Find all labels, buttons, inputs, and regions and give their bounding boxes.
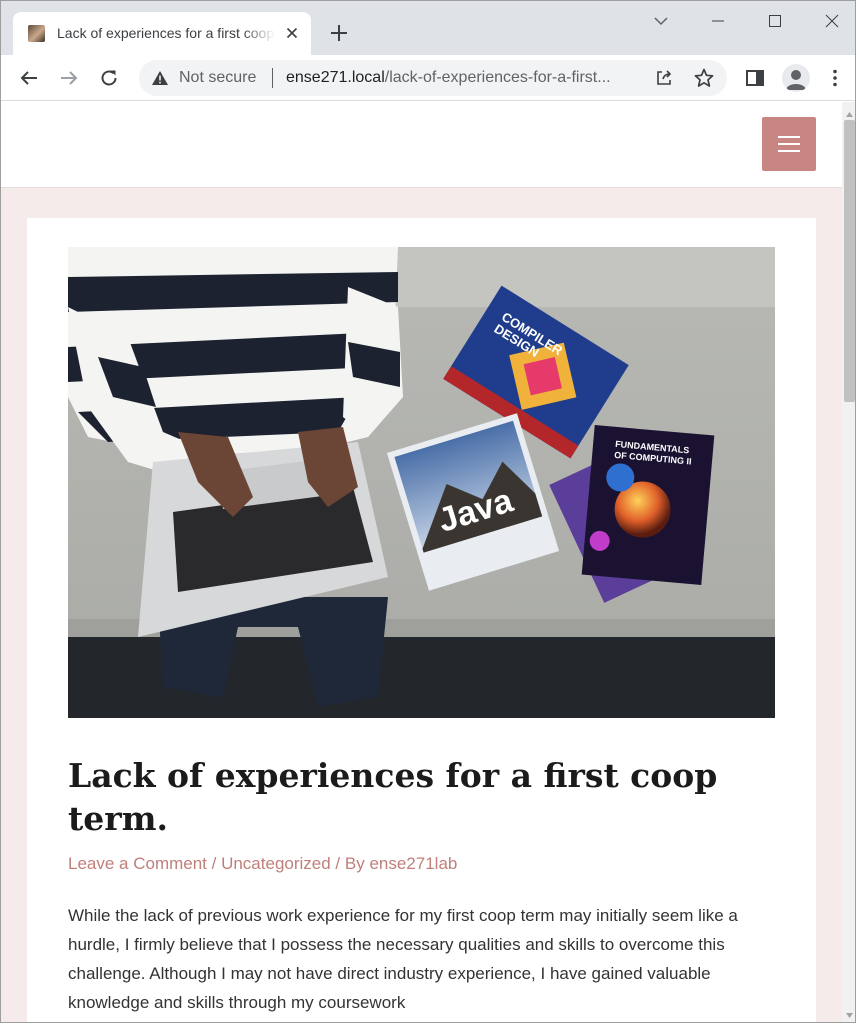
url-path: /lack-of-experiences-for-a-first... <box>384 69 611 86</box>
close-icon[interactable] <box>820 9 844 33</box>
featured-image: COMPILER DESIGN Java FUNDAMENTALS OF COM… <box>68 247 775 718</box>
site-favicon <box>28 25 45 42</box>
browser-window: Lack of experiences for a first coop ter… <box>0 0 856 1023</box>
tab-close-icon[interactable] <box>283 24 301 42</box>
meta-by-label: / By <box>330 854 370 873</box>
omnibox-divider <box>272 68 273 88</box>
reload-icon[interactable] <box>97 66 121 90</box>
plus-icon[interactable] <box>327 21 351 45</box>
bookmark-star-icon[interactable] <box>693 67 715 89</box>
hamburger-menu-icon[interactable] <box>762 117 816 171</box>
profile-avatar-icon[interactable] <box>782 64 810 92</box>
meta-separator: / <box>206 854 222 873</box>
tab-strip: Lack of experiences for a first coop ter… <box>1 1 855 55</box>
side-panel-icon[interactable] <box>743 66 767 90</box>
url-text[interactable]: ense271.local/lack-of-experiences-for-a-… <box>286 69 646 87</box>
browser-toolbar: Not secure ense271.local/lack-of-experie… <box>1 55 855 101</box>
post-article: COMPILER DESIGN Java FUNDAMENTALS OF COM… <box>27 218 816 1022</box>
warning-triangle-icon[interactable] <box>151 70 169 86</box>
scrollbar-thumb[interactable] <box>844 120 855 402</box>
more-menu-icon[interactable] <box>823 66 847 90</box>
maximize-icon[interactable] <box>763 9 787 33</box>
post-title: Lack of experiences for a first coop ter… <box>68 756 718 838</box>
security-label[interactable]: Not secure <box>179 69 256 87</box>
post-meta: Leave a Comment / Uncategorized / By ens… <box>68 854 457 874</box>
scroll-down-arrow-icon[interactable] <box>845 1007 854 1018</box>
browser-tab[interactable]: Lack of experiences for a first coop ter… <box>13 12 311 55</box>
tab-search-chevron-icon[interactable] <box>649 9 673 33</box>
post-body-paragraph: While the lack of previous work experien… <box>68 906 738 1012</box>
url-host: ense271.local <box>286 69 385 86</box>
page-scrollbar[interactable] <box>842 102 855 1022</box>
back-arrow-icon[interactable] <box>17 66 41 90</box>
scroll-up-arrow-icon[interactable] <box>845 106 854 117</box>
share-icon[interactable] <box>654 68 674 88</box>
minimize-icon[interactable] <box>706 9 730 33</box>
leave-comment-link[interactable]: Leave a Comment <box>68 854 207 873</box>
forward-arrow-icon[interactable] <box>57 66 81 90</box>
category-link[interactable]: Uncategorized <box>221 854 331 873</box>
address-bar[interactable]: Not secure ense271.local/lack-of-experie… <box>139 60 727 96</box>
site-header <box>1 102 842 188</box>
page-viewport: COMPILER DESIGN Java FUNDAMENTALS OF COM… <box>1 102 842 1022</box>
tab-title: Lack of experiences for a first coop ter… <box>57 25 275 41</box>
author-link[interactable]: ense271lab <box>369 854 457 873</box>
